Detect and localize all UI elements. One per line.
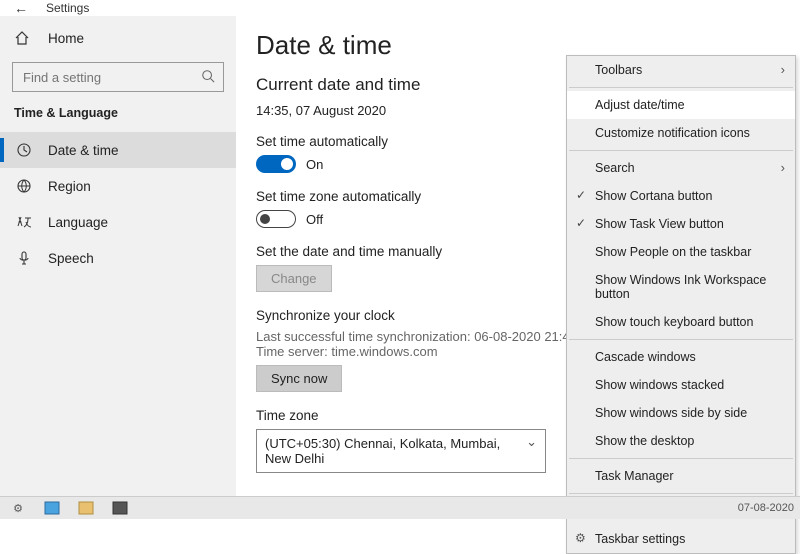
menu-adjust-datetime[interactable]: Adjust date/time [567, 91, 795, 119]
menu-cascade[interactable]: Cascade windows [567, 343, 795, 371]
menu-search[interactable]: Search [567, 154, 795, 182]
menu-customize-icons[interactable]: Customize notification icons [567, 119, 795, 147]
menu-sidebyside[interactable]: Show windows side by side [567, 399, 795, 427]
clock-icon [14, 142, 34, 158]
nav-region[interactable]: Region [0, 168, 236, 204]
auto-tz-state: Off [306, 212, 323, 227]
menu-show-cortana[interactable]: Show Cortana button [567, 182, 795, 210]
nav-item-label: Region [48, 179, 91, 194]
titlebar: ← Settings [0, 0, 800, 16]
nav-home-label: Home [48, 31, 84, 46]
nav-date-time[interactable]: Date & time [0, 132, 236, 168]
globe-icon [14, 178, 34, 194]
window-title: Settings [46, 1, 89, 15]
menu-show-taskview[interactable]: Show Task View button [567, 210, 795, 238]
change-button: Change [256, 265, 332, 292]
menu-show-touchkb[interactable]: Show touch keyboard button [567, 308, 795, 336]
sidebar-group-title: Time & Language [0, 102, 236, 132]
nav-item-label: Language [48, 215, 108, 230]
taskbar: ⚙ 07-08-2020 [0, 496, 800, 519]
mic-icon [14, 250, 34, 266]
taskbar-context-menu: Toolbars Adjust date/time Customize noti… [566, 55, 796, 554]
menu-show-people[interactable]: Show People on the taskbar [567, 238, 795, 266]
nav-speech[interactable]: Speech [0, 240, 236, 276]
back-button[interactable]: ← [14, 0, 28, 16]
toggle-track [256, 210, 296, 228]
tz-value: (UTC+05:30) Chennai, Kolkata, Mumbai, Ne… [265, 436, 500, 466]
menu-stacked[interactable]: Show windows stacked [567, 371, 795, 399]
taskbar-clock[interactable]: 07-08-2020 [738, 502, 794, 514]
nav-home[interactable]: Home [0, 20, 236, 56]
search-input[interactable] [21, 69, 201, 86]
nav-item-label: Date & time [48, 143, 119, 158]
sidebar: Home Time & Language Date & time Region [0, 16, 236, 503]
language-icon [14, 214, 34, 230]
menu-show-ink[interactable]: Show Windows Ink Workspace button [567, 266, 795, 308]
nav-language[interactable]: Language [0, 204, 236, 240]
search-icon [201, 69, 215, 86]
taskbar-settings-icon[interactable]: ⚙ [6, 499, 30, 517]
menu-toolbars[interactable]: Toolbars [567, 56, 795, 84]
taskbar-app-icon[interactable] [108, 499, 132, 517]
nav-item-label: Speech [48, 251, 94, 266]
sync-now-button[interactable]: Sync now [256, 365, 342, 392]
toggle-track [256, 155, 296, 173]
tz-dropdown[interactable]: (UTC+05:30) Chennai, Kolkata, Mumbai, Ne… [256, 429, 546, 473]
taskbar-app-icon[interactable] [74, 499, 98, 517]
menu-show-desktop[interactable]: Show the desktop [567, 427, 795, 455]
menu-task-manager[interactable]: Task Manager [567, 462, 795, 490]
taskbar-app-icon[interactable] [40, 499, 64, 517]
auto-time-state: On [306, 157, 323, 172]
search-box[interactable] [12, 62, 224, 92]
home-icon [14, 30, 34, 46]
menu-taskbar-settings[interactable]: Taskbar settings [567, 525, 795, 553]
